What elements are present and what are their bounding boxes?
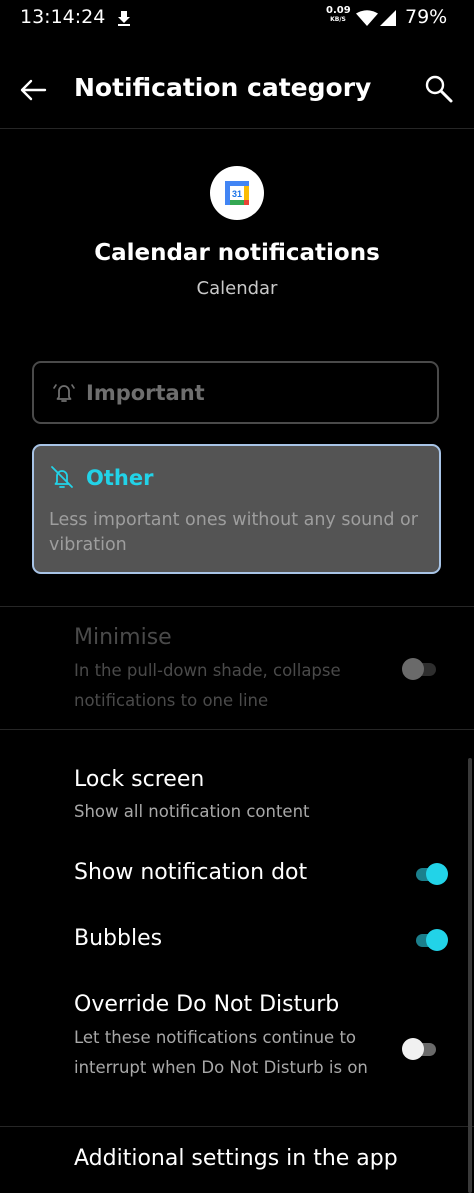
override-dnd-title: Override Do Not Disturb [74, 992, 340, 1017]
divider [0, 729, 474, 730]
calendar-app-icon: 31 [210, 166, 264, 220]
search-icon[interactable] [424, 74, 454, 104]
setting-minimise: Minimise In the pull-down shade, collaps… [0, 620, 474, 720]
importance-other-description: Less important ones without any sound or… [49, 510, 418, 555]
network-speed-unit: KB/S [330, 16, 346, 23]
importance-option-important[interactable]: Important [32, 361, 439, 424]
calendar-icon-text: 31 [232, 189, 242, 199]
setting-notification-dot[interactable]: Show notification dot [0, 855, 474, 895]
notification-dot-toggle[interactable] [412, 862, 448, 886]
wifi-icon [356, 10, 378, 26]
setting-lock-screen[interactable]: Lock screen Show all notification conten… [0, 762, 474, 832]
battery-percentage: 79% [405, 6, 448, 28]
minimise-subtitle: In the pull-down shade, collapse notific… [74, 661, 341, 710]
bubbles-title: Bubbles [74, 926, 163, 951]
bell-off-icon [51, 466, 73, 488]
setting-override-dnd[interactable]: Override Do Not Disturb Let these notifi… [0, 987, 474, 1112]
category-subtitle: Calendar [196, 278, 278, 299]
setting-bubbles[interactable]: Bubbles [0, 921, 474, 961]
additional-settings-title: Additional settings in the app [74, 1146, 398, 1171]
lock-screen-subtitle: Show all notification content [74, 802, 310, 821]
category-title: Calendar notifications [94, 240, 380, 266]
calendar-icon: 31 [225, 181, 249, 205]
importance-option-other[interactable]: Other Less important ones without any so… [32, 444, 441, 574]
network-speed-value: 0.09 [326, 5, 351, 16]
back-arrow-icon[interactable] [18, 76, 48, 104]
override-dnd-subtitle: Let these notifications continue to inte… [74, 1028, 368, 1077]
download-icon [118, 11, 130, 26]
notification-dot-title: Show notification dot [74, 860, 308, 885]
importance-other-label: Other [86, 466, 154, 490]
minimise-toggle [402, 657, 438, 681]
lock-screen-title: Lock screen [74, 767, 205, 792]
status-time: 13:14:24 [20, 6, 106, 28]
divider [0, 606, 474, 607]
divider [0, 1126, 474, 1127]
minimise-title: Minimise [74, 625, 172, 650]
override-dnd-toggle[interactable] [402, 1037, 438, 1061]
signal-icon [380, 10, 396, 26]
page-title: Notification category [74, 73, 372, 102]
divider [0, 128, 474, 129]
scrollbar[interactable] [468, 758, 472, 1193]
bell-ring-icon [53, 384, 75, 402]
network-speed: 0.09 KB/S [326, 5, 351, 24]
importance-important-label: Important [86, 381, 205, 405]
bubbles-toggle[interactable] [412, 928, 448, 952]
setting-additional-settings[interactable]: Additional settings in the app [0, 1141, 474, 1186]
